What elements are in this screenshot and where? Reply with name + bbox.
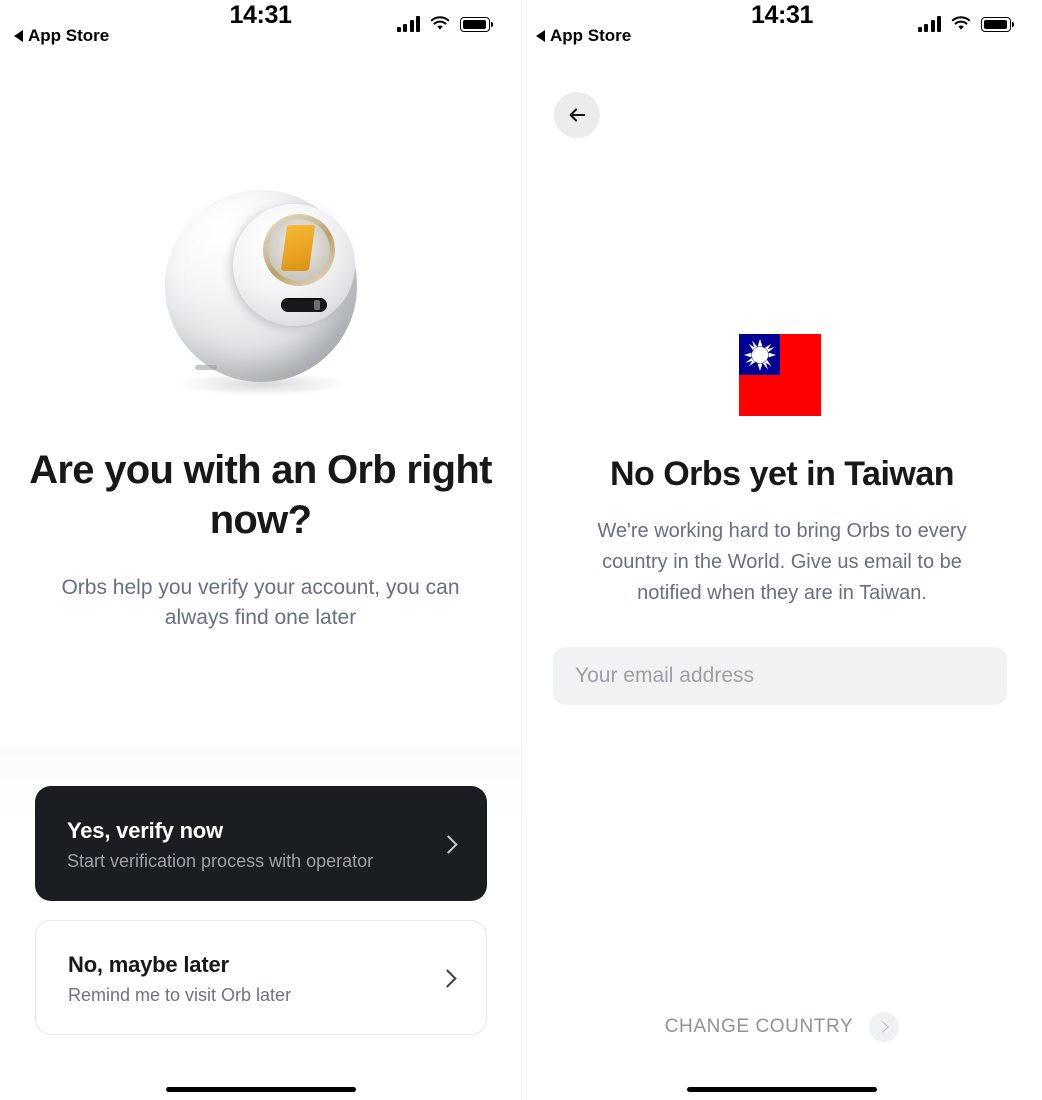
home-indicator[interactable] [165, 1087, 356, 1092]
screen-no-orbs-country: 14:31 App Store No Orbs yet in Taiwan We… [521, 0, 1042, 1100]
action-sheet: Yes, verify now Start verification proce… [0, 748, 521, 1100]
wifi-icon [950, 15, 972, 32]
status-bar-left: 14:31 App Store [0, 0, 521, 52]
screen-orb-prompt: 14:31 App Store Are you with an Orb righ… [0, 0, 521, 1100]
status-back-label: App Store [28, 26, 110, 45]
chevron-right-icon [877, 1021, 889, 1033]
change-country-label: CHANGE COUNTRY [664, 1016, 854, 1037]
change-country-chevron-wrap [869, 1012, 900, 1042]
status-back-to-app-store[interactable]: App Store [14, 26, 109, 46]
change-country-button[interactable]: CHANGE COUNTRY [522, 1012, 1042, 1042]
status-back-to-app-store[interactable]: App Store [536, 26, 631, 46]
orb-lens [267, 219, 330, 281]
battery-icon [460, 17, 493, 32]
chevron-right-icon [438, 969, 457, 988]
battery-icon [981, 17, 1014, 32]
status-bar-right: 14:31 App Store [522, 0, 1042, 52]
orb-sensor-slot [280, 298, 327, 312]
verify-now-button[interactable]: Yes, verify now Start verification proce… [35, 786, 487, 901]
back-button[interactable] [554, 92, 600, 138]
home-indicator[interactable] [687, 1087, 877, 1092]
email-input[interactable] [553, 647, 1007, 705]
orb-device-image [0, 190, 521, 396]
wifi-icon [429, 15, 451, 32]
signal-icon [917, 16, 941, 32]
page-subtitle: We're working hard to bring Orbs to ever… [597, 520, 967, 604]
verify-now-title: Yes, verify now [67, 817, 223, 843]
flag-sun-icon [743, 338, 777, 377]
maybe-later-button[interactable]: No, maybe later Remind me to visit Orb l… [35, 920, 487, 1035]
triangle-left-icon [536, 30, 545, 42]
orb-foot [194, 365, 217, 370]
dual-screenshot-container: 14:31 App Store Are you with an Orb righ… [0, 0, 1042, 1100]
page-title: Are you with an Orb right now? [29, 448, 492, 542]
page-title: No Orbs yet in Taiwan [609, 455, 955, 493]
status-back-label: App Store [550, 26, 632, 45]
signal-icon [396, 16, 420, 32]
arrow-left-icon [566, 104, 588, 126]
maybe-later-subtitle: Remind me to visit Orb later [68, 984, 292, 1005]
status-icons [396, 10, 493, 32]
chevron-right-icon [439, 835, 458, 854]
page-subtitle: Orbs help you verify your account, you c… [61, 576, 460, 629]
taiwan-flag [739, 334, 821, 416]
maybe-later-title: No, maybe later [68, 951, 229, 977]
verify-now-subtitle: Start verification process with operator [67, 850, 374, 871]
triangle-left-icon [14, 30, 23, 42]
status-icons [917, 10, 1014, 32]
orb-lens-ring [262, 214, 335, 286]
